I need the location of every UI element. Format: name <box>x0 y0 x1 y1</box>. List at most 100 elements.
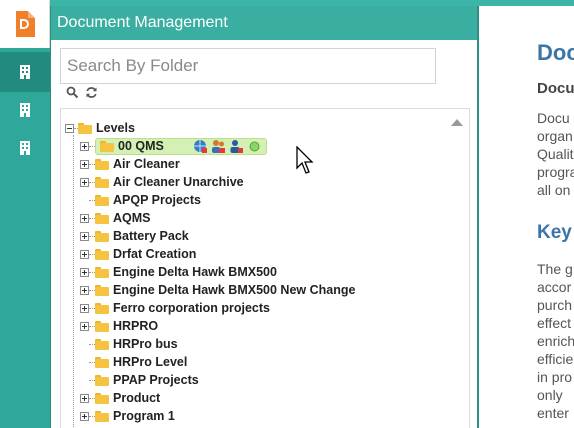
tree-item-apqp-projects[interactable]: APQP Projects <box>61 191 451 209</box>
para-line: accor <box>537 279 572 295</box>
para-line: only <box>537 387 563 403</box>
dialog-title: Document Management <box>51 6 477 40</box>
search-box[interactable] <box>60 48 436 84</box>
expand-toggle[interactable] <box>80 303 89 313</box>
key-heading: Key <box>537 222 572 243</box>
para-line: organ <box>537 128 573 144</box>
expand-toggle[interactable] <box>80 321 89 331</box>
para-line: all on <box>537 182 571 198</box>
para-line: progra <box>537 164 574 180</box>
para-line: enter <box>537 405 569 421</box>
tree-item-hrpro[interactable]: HRPRO <box>61 317 451 335</box>
left-rail <box>0 0 50 428</box>
tree-item-battery-pack[interactable]: Battery Pack <box>61 227 451 245</box>
page-content: Doc Docu Docu organ Qualit progra all on… <box>481 6 574 428</box>
folder-icon <box>95 266 109 278</box>
scroll-up-arrow[interactable] <box>451 119 463 126</box>
folder-icon <box>95 176 109 188</box>
tree-item-label: Air Cleaner <box>113 157 180 171</box>
tree-item-label: Product <box>113 391 161 405</box>
tree-item-product[interactable]: Product <box>61 389 451 407</box>
tree-item-program-1[interactable]: Program 1 <box>61 407 451 425</box>
tree-item-engine-delta-hawk-new-change[interactable]: Engine Delta Hawk BMX500 New Change <box>61 281 451 299</box>
para-line: efficie <box>537 351 574 367</box>
mouse-cursor-icon <box>296 146 314 174</box>
folder-icon <box>95 410 109 422</box>
expand-toggle[interactable] <box>80 159 89 169</box>
folder-icon <box>95 302 109 314</box>
expand-toggle[interactable] <box>80 231 89 241</box>
tree-item-label: Drfat Creation <box>113 247 197 261</box>
para-line: Qualit <box>537 146 574 162</box>
tree-item-label: PPAP Projects <box>113 373 199 387</box>
expand-toggle[interactable] <box>80 213 89 223</box>
folder-icon <box>95 320 109 332</box>
expand-toggle[interactable] <box>80 411 89 421</box>
building-icon <box>20 141 30 155</box>
tree-item-aqms[interactable]: AQMS <box>61 209 451 227</box>
tree-item-engine-delta-hawk[interactable]: Engine Delta Hawk BMX500 <box>61 263 451 281</box>
folder-search-input[interactable] <box>61 49 435 83</box>
tree-item-00-qms[interactable]: 00 QMS <box>61 137 451 155</box>
expand-toggle[interactable] <box>80 141 89 151</box>
folder-icon <box>95 158 109 170</box>
tree-item-label: Air Cleaner Unarchive <box>113 175 244 189</box>
building-icon <box>20 103 30 117</box>
folder-icon <box>100 140 114 152</box>
para-line: purch <box>537 297 573 313</box>
refresh-icon[interactable] <box>85 86 98 99</box>
rail-item-1[interactable] <box>0 52 50 92</box>
folder-icon <box>95 374 109 386</box>
tree-item-label: Engine Delta Hawk BMX500 <box>113 265 277 279</box>
folder-icon <box>95 284 109 296</box>
logo-box[interactable] <box>0 0 50 48</box>
folder-icon <box>95 212 109 224</box>
folder-tree: Levels 00 QMS Air Cleaner Air Cleaner Un… <box>61 119 451 425</box>
tree-item-hrpro-bus[interactable]: HRPro bus <box>61 335 451 353</box>
folder-icon <box>95 356 109 368</box>
para-line: in pro <box>537 369 573 385</box>
expand-toggle[interactable] <box>80 267 89 277</box>
tree-item-air-cleaner-unarchive[interactable]: Air Cleaner Unarchive <box>61 173 451 191</box>
collapse-toggle[interactable] <box>65 123 74 133</box>
rail-item-3[interactable] <box>0 128 50 168</box>
page-title: Doc <box>537 40 574 65</box>
tree-root-row[interactable]: Levels <box>61 119 451 137</box>
expand-toggle[interactable] <box>80 177 89 187</box>
building-icon <box>20 65 30 79</box>
screen: Document Management Levels <box>0 0 574 428</box>
add-circle-icon[interactable] <box>247 139 262 154</box>
selected-node[interactable]: 00 QMS <box>95 137 267 155</box>
user-permission-icon[interactable] <box>229 139 244 154</box>
para-line: enrich <box>537 333 574 349</box>
tree-item-label: Ferro corporation projects <box>113 301 270 315</box>
folder-tree-panel[interactable]: Levels 00 QMS Air Cleaner Air Cleaner Un… <box>60 108 470 428</box>
tree-item-label: Battery Pack <box>113 229 189 243</box>
tree-item-hrpro-level[interactable]: HRPro Level <box>61 353 451 371</box>
tree-item-label: HRPRO <box>113 319 159 333</box>
search-icon[interactable] <box>66 86 79 99</box>
tree-item-label: HRPro bus <box>113 337 178 351</box>
tree-item-label: AQMS <box>113 211 151 225</box>
rail-item-2[interactable] <box>0 90 50 130</box>
app-logo <box>16 11 35 37</box>
para-line: Docu <box>537 110 570 126</box>
tree-root-label: Levels <box>96 121 135 135</box>
tree-item-air-cleaner[interactable]: Air Cleaner <box>61 155 451 173</box>
folder-icon <box>95 392 109 404</box>
folder-icon <box>95 338 109 350</box>
tree-item-ppap-projects[interactable]: PPAP Projects <box>61 371 451 389</box>
folder-icon <box>78 122 92 134</box>
folder-icon <box>95 248 109 260</box>
para-line: effect <box>537 315 571 331</box>
expand-toggle[interactable] <box>80 393 89 403</box>
tree-item-label: Engine Delta Hawk BMX500 New Change <box>113 283 356 297</box>
expand-toggle[interactable] <box>80 285 89 295</box>
tree-item-ferro-corporation[interactable]: Ferro corporation projects <box>61 299 451 317</box>
tree-item-label: HRPro Level <box>113 355 188 369</box>
para-line: The g <box>537 261 573 277</box>
expand-toggle[interactable] <box>80 249 89 259</box>
tree-item-drfat-creation[interactable]: Drfat Creation <box>61 245 451 263</box>
globe-share-icon[interactable] <box>193 139 208 154</box>
user-add-icon[interactable] <box>211 139 226 154</box>
